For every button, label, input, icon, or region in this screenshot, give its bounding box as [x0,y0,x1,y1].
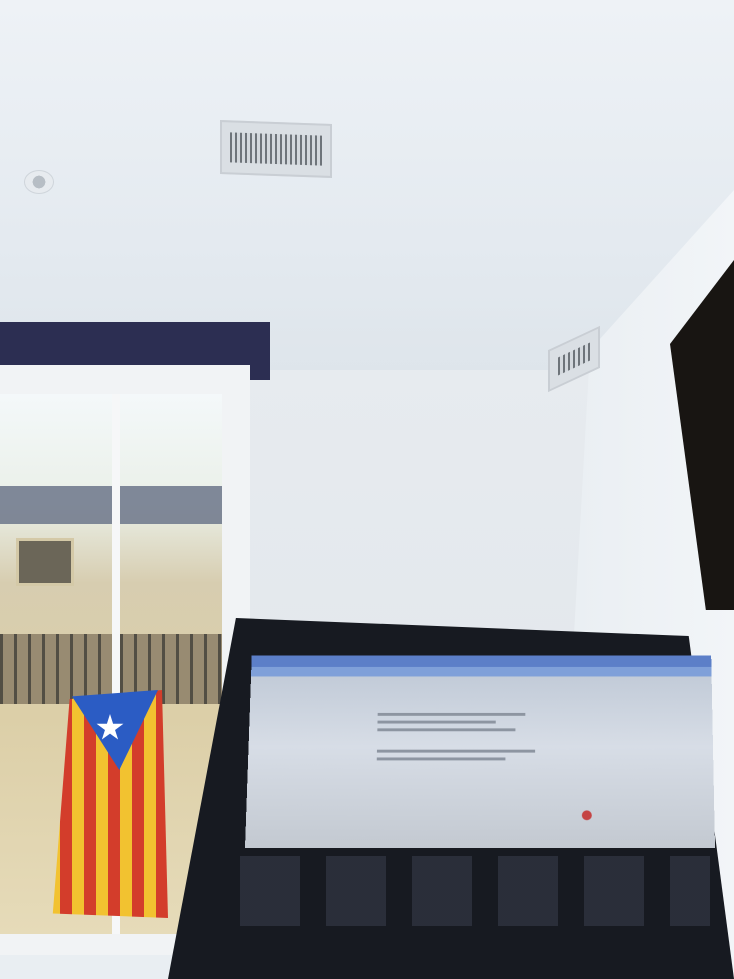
browser-tab-strip [251,655,712,667]
room-photo [0,0,734,979]
neighbor-grate [0,634,112,704]
screen-footer-links [240,856,710,926]
ceiling-spotlight [24,170,54,194]
neighbor-roof [0,486,112,524]
search-result-line [376,749,536,753]
neighbor-window [16,538,74,586]
vent-slats [558,342,590,376]
search-result-line [376,757,506,761]
laptop-screen [245,655,715,848]
ceiling-vent [220,120,332,178]
neighbor-roof [120,486,222,524]
search-result-line [377,720,496,724]
laptop-logo [474,940,518,952]
search-result-line [377,712,526,716]
search-result-line [377,728,516,732]
vent-slats [230,132,322,166]
record-dot-icon [581,810,592,821]
browser-address-bar [251,666,712,677]
